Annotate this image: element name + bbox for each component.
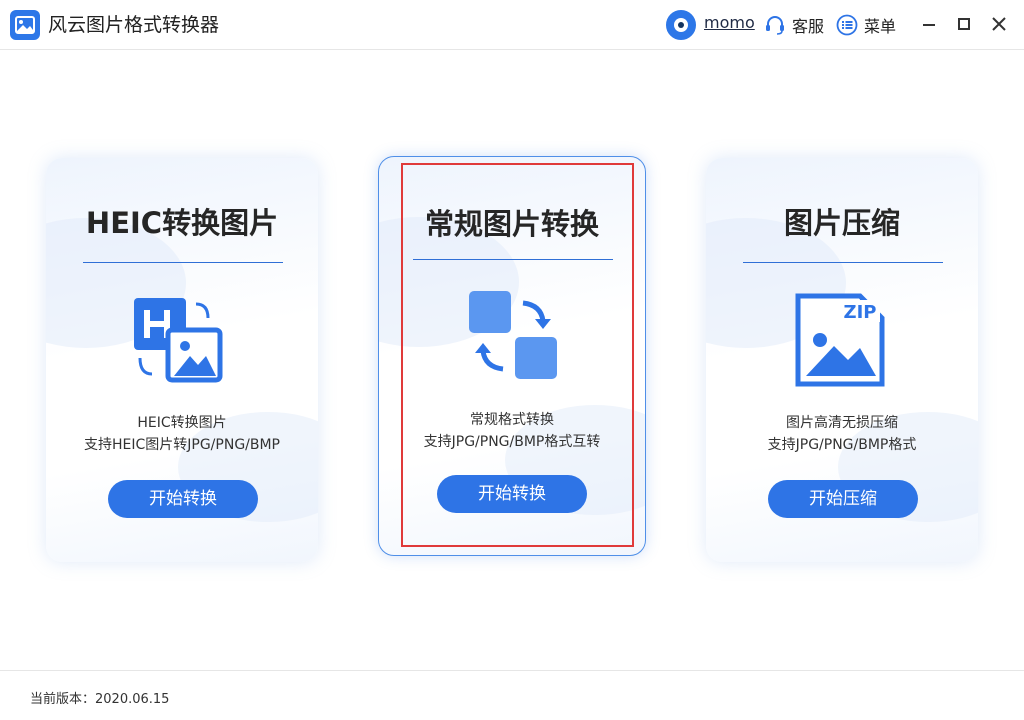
card-title: 图片压缩	[783, 206, 900, 240]
avatar[interactable]	[666, 10, 696, 40]
card-image-compress[interactable]: 图片压缩 ZIP 图片高清无损压缩 支持JPG/PNG/BMP格式 开始压缩	[706, 158, 978, 562]
zip-label: ZIP	[844, 302, 877, 323]
card-heic-convert[interactable]: HEIC转换图片 HEIC转换图片 支持HEIC图片转JPG/PNG/BMP 开…	[46, 158, 318, 562]
maximize-icon[interactable]	[952, 12, 976, 36]
list-icon	[836, 14, 858, 36]
app-title: 风云图片格式转换器	[48, 14, 220, 36]
card-description: HEIC转换图片	[137, 415, 227, 431]
menu-button[interactable]: 菜单	[836, 12, 900, 36]
card-description-formats: 支持JPG/PNG/BMP格式	[767, 437, 917, 453]
customer-service-label: 客服	[792, 17, 825, 36]
menu-label: 菜单	[864, 17, 897, 36]
start-convert-button[interactable]: 开始转换	[108, 480, 258, 518]
heic-image-icon	[134, 298, 223, 383]
app-logo-icon	[10, 10, 40, 40]
version-label: 当前版本：2020.06.15	[30, 692, 170, 707]
headset-icon	[766, 16, 784, 35]
title-bar: 风云图片格式转换器 momo 客服 菜单	[0, 0, 1024, 50]
card-title: HEIC转换图片	[85, 206, 279, 240]
card-description-formats: 支持HEIC图片转JPG/PNG/BMP	[83, 437, 281, 453]
selection-highlight	[401, 163, 634, 547]
start-compress-button[interactable]: 开始压缩	[768, 480, 918, 518]
card-divider	[83, 262, 283, 263]
status-bar: 当前版本：2020.06.15	[0, 670, 1024, 720]
username-link[interactable]: momo	[704, 13, 755, 32]
close-icon[interactable]	[987, 12, 1011, 36]
minimize-icon[interactable]	[917, 12, 941, 36]
card-divider	[743, 262, 943, 263]
customer-service-button[interactable]: 客服	[764, 12, 828, 36]
app-window: 风云图片格式转换器 momo 客服 菜单 HEIC转换图片 HEIC转换图片 支…	[0, 0, 1024, 720]
card-description: 图片高清无损压缩	[786, 415, 898, 431]
zip-image-icon: ZIP	[795, 293, 885, 387]
